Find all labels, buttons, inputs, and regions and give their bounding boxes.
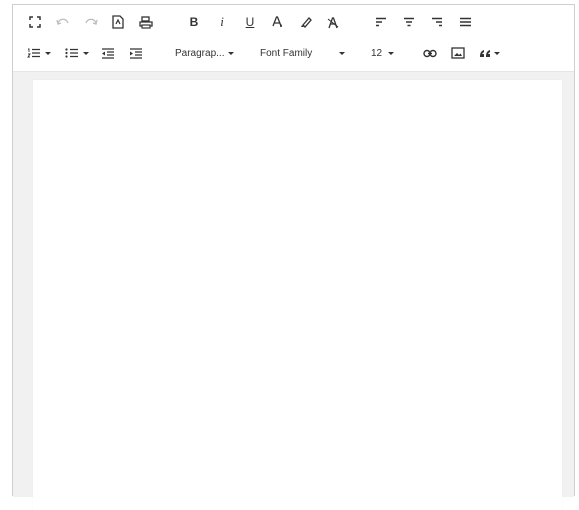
fullscreen-button[interactable] [24,11,46,33]
outdent-icon [101,47,115,59]
chevron-down-icon [388,51,395,55]
underline-label: U [245,15,255,29]
fullscreen-icon [29,16,41,28]
font-color-icon [271,15,285,29]
print-button[interactable] [135,11,157,33]
underline-button[interactable]: U [239,11,261,33]
indent-button[interactable] [125,42,147,64]
bold-label: B [189,15,199,29]
unordered-list-icon [65,48,79,58]
paragraph-format-value: Paragrap... [175,47,225,59]
align-justify-icon [459,17,472,27]
clear-format-icon [327,16,340,29]
image-icon [451,47,465,59]
font-family-dropdown[interactable]: Font Family [260,42,346,64]
chevron-down-icon [493,51,500,55]
blockquote-icon [479,49,492,58]
ordered-list-button[interactable] [24,42,54,64]
chevron-down-icon [45,51,51,55]
align-center-button[interactable] [398,11,420,33]
font-color-button[interactable] [267,11,289,33]
font-size-dropdown[interactable]: 12 [371,42,401,64]
chevron-down-icon [339,51,346,55]
align-right-button[interactable] [426,11,448,33]
clear-format-button[interactable] [322,11,344,33]
bold-button[interactable]: B [183,11,205,33]
align-justify-button[interactable] [454,11,476,33]
chevron-down-icon [83,51,89,55]
undo-icon [56,17,70,27]
rich-text-editor: B i U Paragrap... Font Family 12 [12,4,575,510]
align-left-icon [375,17,387,27]
link-icon [423,49,437,58]
chevron-down-icon [228,51,235,55]
align-right-icon [431,17,443,27]
italic-button[interactable]: i [211,11,233,33]
align-center-icon [403,17,415,27]
redo-button[interactable] [80,11,102,33]
editor-document-page[interactable] [33,80,562,510]
undo-button[interactable] [52,11,74,33]
preview-button[interactable] [107,11,129,33]
italic-label: i [220,14,224,29]
highlighter-icon [299,16,313,28]
paragraph-format-dropdown[interactable]: Paragrap... [175,42,235,64]
font-size-value: 12 [371,47,383,59]
ordered-list-icon [27,48,41,58]
editor-toolbar: B i U Paragrap... Font Family 12 [13,5,574,71]
unordered-list-button[interactable] [62,42,92,64]
link-button[interactable] [419,42,441,64]
highlight-button[interactable] [295,11,317,33]
print-icon [139,15,153,29]
image-button[interactable] [447,42,469,64]
editor-canvas-area [13,71,574,510]
outdent-button[interactable] [97,42,119,64]
font-family-value: Font Family [260,47,313,59]
redo-icon [84,17,98,27]
blockquote-button[interactable] [475,42,503,64]
align-left-button[interactable] [370,11,392,33]
preview-document-icon [112,15,124,29]
indent-icon [129,47,143,59]
